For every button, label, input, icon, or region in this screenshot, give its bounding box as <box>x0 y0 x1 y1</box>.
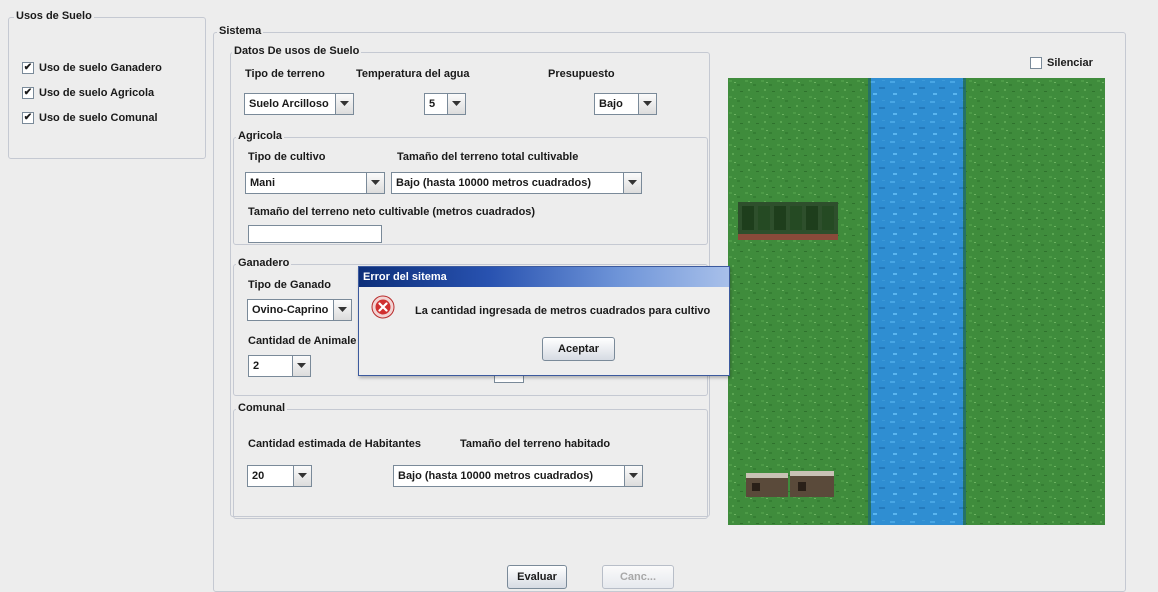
tipo-cultivo-select[interactable]: Mani <box>245 172 385 194</box>
tamano-total-label: Tamaño del terreno total cultivable <box>397 151 579 163</box>
tipo-ganado-select[interactable]: Ovino-Caprino <box>247 299 352 321</box>
tipo-ganado-value: Ovino-Caprino <box>252 304 329 316</box>
comunal-title: Comunal <box>236 402 288 414</box>
tamano-total-select[interactable]: Bajo (hasta 10000 metros cuadrados) <box>391 172 642 194</box>
silenciar-checkbox[interactable]: Silenciar <box>1030 57 1093 69</box>
error-message: La cantidad ingresada de metros cuadrado… <box>415 305 711 317</box>
grass-right <box>966 78 1105 525</box>
habitantes-label: Cantidad estimada de Habitantes <box>248 438 421 450</box>
tamano-habitado-value: Bajo (hasta 10000 metros cuadrados) <box>398 470 594 482</box>
habitantes-value: 20 <box>252 470 265 482</box>
presupuesto-select[interactable]: Bajo <box>594 93 657 115</box>
tamano-total-value: Bajo (hasta 10000 metros cuadrados) <box>396 177 592 189</box>
habitantes-select[interactable]: 20 <box>247 465 312 487</box>
error-dialog-title: Error del sitema <box>363 271 447 283</box>
grass-left <box>728 78 868 525</box>
chevron-down-icon[interactable] <box>293 466 311 486</box>
checkbox-ganadero-label: Uso de suelo Ganadero <box>39 62 162 74</box>
tamano-habitado-label: Tamaño del terreno habitado <box>460 438 611 450</box>
chevron-down-icon[interactable] <box>638 94 656 114</box>
checkbox-comunal-label: Uso de suelo Comunal <box>39 112 158 124</box>
cancelar-button[interactable]: Canc... <box>602 565 674 589</box>
chevron-down-icon[interactable] <box>624 466 642 486</box>
checkbox-comunal[interactable]: ✔ Uso de suelo Comunal <box>22 112 158 124</box>
temperatura-value: 5 <box>429 98 436 110</box>
temperatura-select[interactable]: 5 <box>424 93 466 115</box>
houses <box>746 471 834 497</box>
silenciar-checkbox-box[interactable] <box>1030 57 1042 69</box>
river <box>868 78 966 525</box>
chevron-down-icon[interactable] <box>292 356 310 376</box>
agricola-title: Agricola <box>236 130 285 142</box>
chevron-down-icon[interactable] <box>447 94 465 114</box>
tamano-habitado-select[interactable]: Bajo (hasta 10000 metros cuadrados) <box>393 465 643 487</box>
chevron-down-icon[interactable] <box>333 300 351 320</box>
checkbox-comunal-box[interactable]: ✔ <box>22 112 34 124</box>
crop-field <box>738 202 838 240</box>
cantidad-animales-label: Cantidad de Animale <box>248 335 357 347</box>
cantidad-animales-value: 2 <box>253 360 260 372</box>
error-dialog-titlebar[interactable]: Error del sitema <box>359 267 729 287</box>
sistema-title: Sistema <box>217 25 264 37</box>
chevron-down-icon[interactable] <box>366 173 384 193</box>
silenciar-label: Silenciar <box>1047 57 1093 69</box>
error-dialog: Error del sitema La cantidad ingresada d… <box>358 266 730 376</box>
tamano-neto-input[interactable] <box>248 225 382 243</box>
checkbox-agricola-label: Uso de suelo Agricola <box>39 87 155 99</box>
datos-title: Datos De usos de Suelo <box>232 45 362 57</box>
tamano-neto-label: Tamaño del terreno neto cultivable (metr… <box>248 206 536 218</box>
cantidad-animales-select[interactable]: 2 <box>248 355 311 377</box>
usos-de-suelo-title: Usos de Suelo <box>14 10 94 22</box>
checkbox-agricola[interactable]: ✔ Uso de suelo Agricola <box>22 87 154 99</box>
temperatura-label: Temperatura del agua <box>356 68 470 80</box>
tipo-terreno-label: Tipo de terreno <box>245 68 325 80</box>
simulation-view <box>728 78 1105 525</box>
simulation-scene <box>728 78 1105 525</box>
presupuesto-value: Bajo <box>599 98 623 110</box>
tipo-terreno-value: Suelo Arcilloso <box>249 98 329 110</box>
comunal-panel <box>233 409 708 519</box>
error-icon <box>371 295 395 322</box>
tipo-ganado-label: Tipo de Ganado <box>248 279 331 291</box>
checkbox-ganadero[interactable]: ✔ Uso de suelo Ganadero <box>22 62 162 74</box>
chevron-down-icon[interactable] <box>623 173 641 193</box>
presupuesto-label: Presupuesto <box>548 68 615 80</box>
aceptar-button[interactable]: Aceptar <box>542 337 615 361</box>
evaluar-button[interactable]: Evaluar <box>507 565 567 589</box>
ganadero-title: Ganadero <box>236 257 292 269</box>
tipo-cultivo-label: Tipo de cultivo <box>248 151 326 163</box>
checkbox-ganadero-box[interactable]: ✔ <box>22 62 34 74</box>
tipo-cultivo-value: Mani <box>250 177 276 189</box>
tipo-terreno-select[interactable]: Suelo Arcilloso <box>244 93 354 115</box>
chevron-down-icon[interactable] <box>335 94 353 114</box>
checkbox-agricola-box[interactable]: ✔ <box>22 87 34 99</box>
